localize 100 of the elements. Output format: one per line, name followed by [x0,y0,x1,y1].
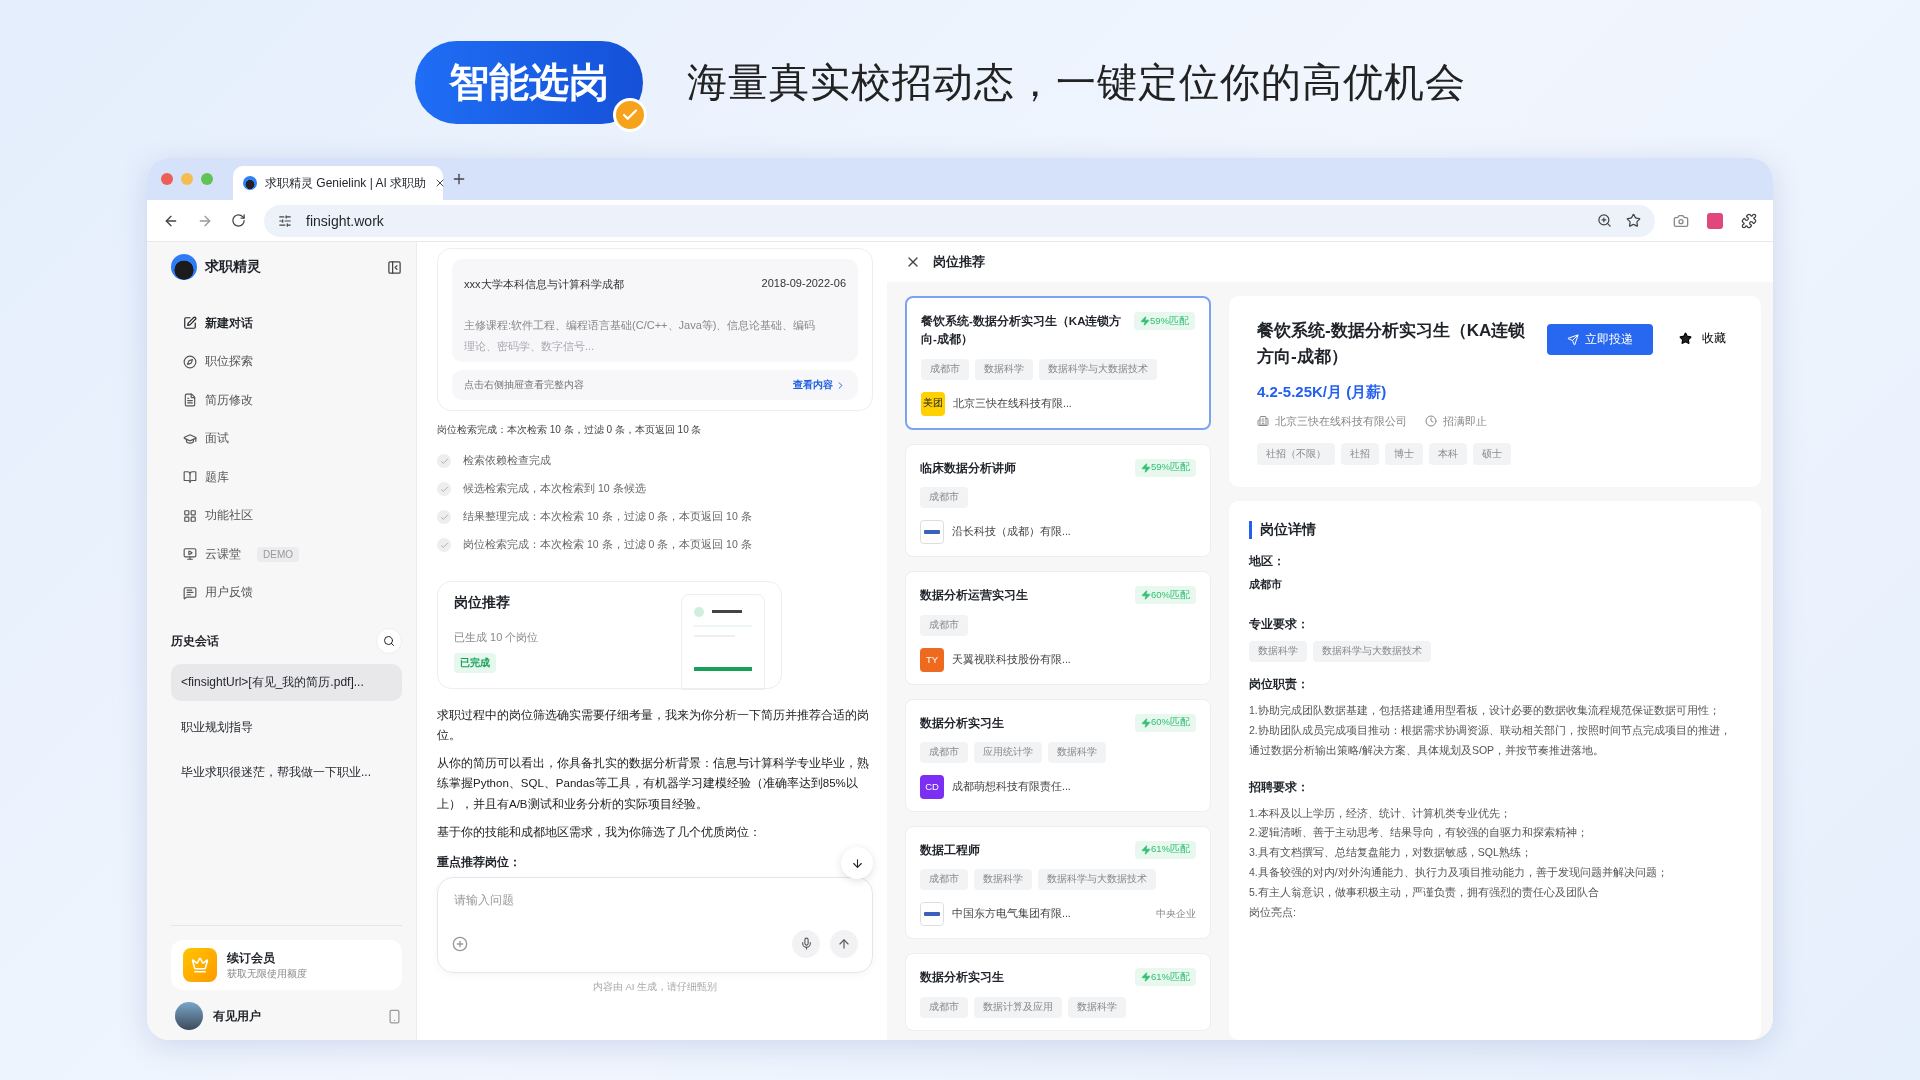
site-settings-icon[interactable] [278,213,292,228]
section-title: 岗位详情 [1249,520,1741,539]
close-window-button[interactable] [161,173,173,185]
tab-title: 求职精灵 Genielink | AI 求职助 [265,174,427,192]
check-icon [437,454,451,468]
match-badge: 61%匹配 [1135,840,1196,859]
nav-item[interactable]: 新建对话 [171,304,402,343]
nav-icon [183,393,197,408]
nav-icon [183,508,197,523]
job-card[interactable]: 数据工程师 61%匹配 成都市 数据科学 数据科学与大数据技术 中国东方电气集团有限... 中央企业 [905,825,1211,940]
lightning-icon [1140,316,1150,326]
job-title: 临床数据分析讲师 [920,460,1016,476]
nav-item[interactable]: 职位探索 [171,342,402,381]
collapse-sidebar-icon[interactable] [387,259,402,275]
check-icon [612,97,647,132]
job-tag: 应用统计学 [974,741,1042,763]
requirement-text: 1.本科及以上学历，经济、统计、计算机类专业优先； [1249,805,1512,821]
new-tab-icon[interactable] [451,171,467,187]
apply-button[interactable]: 立即投递 [1547,324,1653,355]
nav-item[interactable]: 面试 [171,419,402,458]
job-tag: 社招 [1341,442,1379,465]
star-icon[interactable] [1626,213,1641,228]
job-tag: 本科 [1429,442,1467,465]
company-name: 成都萌想科技有限责任... [952,779,1072,794]
nav-item[interactable]: 云课堂 DEMO [171,535,402,574]
zoom-icon[interactable] [1597,213,1612,228]
job-tag: 成都市 [920,996,968,1018]
check-icon [437,482,451,496]
highlights-label: 岗位亮点: [1249,905,1297,921]
company-name: 中国东方电气集团有限... [952,907,1072,922]
save-button[interactable]: 收藏 [1673,330,1732,347]
job-card[interactable]: 数据分析实习生 60%匹配 成都市 应用统计学 数据科学 CD 成都萌想科技有限责任... [905,698,1211,812]
view-content-link[interactable]: 查看内容 [793,378,846,392]
company-name: 天翼视联科技股份有限... [952,652,1072,667]
company-name: 北京三快在线科技有限... [953,396,1073,411]
job-tag: 成都市 [920,741,968,763]
company-name: 沿长科技（成都）有限... [952,525,1072,540]
drawer-hint: 点击右侧抽屉查看完整内容 [464,378,584,392]
date-range: 2018-09-2022-06 [761,277,846,291]
phone-icon[interactable] [387,1008,402,1024]
user-avatar[interactable] [175,1002,203,1030]
requirement-text: 4.具备较强的对内/对外沟通能力、执行力及项目推动能力，善于发现问题并解决问题； [1249,865,1669,881]
requirement-text: 3.具有文档撰写、总结复盘能力，对数据敏感，SQL熟练； [1249,845,1533,861]
question-input[interactable]: 请输入问题 [452,891,858,908]
nav-icon [183,431,197,446]
company-name: 北京三快在线科技有限公司 [1275,413,1407,429]
deadline-text: 招满即止 [1443,413,1487,429]
job-title: 数据工程师 [920,842,980,858]
microphone-button[interactable] [792,929,820,958]
nav-item[interactable]: 用户反馈 [171,573,402,612]
address-bar[interactable]: finsight.work [264,204,1655,237]
job-tag: 博士 [1385,442,1423,465]
nav-item[interactable]: 简历修改 [171,381,402,420]
courses-text: 主修课程:软件工程、编程语言基础(C/C++、Java等)、信息论基础、编码 [464,318,817,333]
search-icon [383,635,395,647]
step-text: 岗位检索完成：本次检索 10 条，过滤 0 条，本页返回 10 条 [463,538,752,552]
job-card[interactable]: 数据分析实习生 61%匹配 成都市 数据计算及应用 数据科学 [905,953,1211,1031]
courses-faded-text: 理论、密码学、数字信号... [464,339,596,354]
region-value: 成都市 [1249,577,1283,592]
duty-text: 2.协助团队成员完成项目推动：根据需求协调资源、联动相关部门，按照时间节点完成项目的推进，通过数据分析输出策略/解决方案、具体规划及SOP，并按节奏推进落地。 [1249,722,1732,758]
job-tag: 硕士 [1473,442,1511,465]
history-item[interactable]: 职业规划指导 [171,709,402,746]
puzzle-icon[interactable] [1741,212,1757,229]
history-item[interactable]: <finsightUrl>[有见_我的简历.pdf]... [171,664,402,701]
job-card[interactable]: 临床数据分析讲师 59%匹配 成都市 沿长科技（成都）有限... [905,443,1211,558]
send-icon [1567,333,1579,346]
nav-icon [183,354,197,369]
reload-icon[interactable] [231,213,246,228]
search-button[interactable] [376,628,402,654]
history-item[interactable]: 毕业求职很迷茫，帮我做一下职业... [171,754,402,791]
job-tag: 成都市 [921,358,969,380]
job-tag: 数据科学与大数据技术 [1039,358,1157,380]
crown-icon [183,948,217,982]
salary: 4.2-5.25K/月 (月薪) [1257,382,1388,402]
send-button[interactable] [830,929,858,958]
school-text: xxx大学本科信息与计算科学成都 [464,277,624,292]
nav-icon [183,547,197,562]
nav-item[interactable]: 题库 [171,458,402,497]
nav-item[interactable]: 功能社区 [171,496,402,535]
building-icon [1257,415,1269,428]
browser-tab[interactable]: 求职精灵 Genielink | AI 求职助 [233,166,443,200]
answer-paragraph: 基于你的技能和成都地区需求，我为你筛选了几个优质岗位： [437,824,762,840]
field-label: 地区： [1249,552,1286,570]
check-icon [437,510,451,524]
job-card[interactable]: 餐饮系统-数据分析实习生（KA连锁方向-成都） 59%匹配 成都市 数据科学 数据科学与大数据技术 美团 北京三快在线科技有限... [905,296,1211,430]
duty-text: 1.协助完成团队数据基建，包括搭建通用型看板，设计必要的数据收集流程规范保证数据可用性； [1249,702,1721,718]
job-tag: 数据科学 [1048,741,1106,763]
recommendation-card[interactable]: 岗位推荐 已生成 10 个岗位 已完成 [437,581,782,689]
scroll-down-button[interactable] [841,847,873,879]
add-icon[interactable] [452,935,468,952]
answer-paragraph: 从你的简历可以看出，你具备扎实的数据分析背景：信息与计算科学专业毕业，熟练掌握Python、SQL、Pandas等工具，有机器学习建模经验（准确率达到85%以上），并且有A/B测试和业务分析的实际项目经验。 [437,756,870,812]
member-card[interactable]: 续订会员 获取无限使用额度 [171,940,402,990]
job-card[interactable]: 数据分析运营实习生 60%匹配 成都市 TY 天翼视联科技股份有限... [905,571,1211,685]
disclaimer: 内容由 AI 生成，请仔细甄别 [591,980,719,994]
member-subtitle: 获取无限使用额度 [227,966,307,981]
requirement-text: 5.有主人翁意识，做事积极主动，严谨负责，拥有强烈的责任心及团队合 [1249,885,1600,901]
arrow-down-icon [850,856,864,870]
star-icon [1679,332,1692,345]
camera-icon[interactable] [1673,212,1689,229]
status-badge: 已完成 [454,653,496,673]
